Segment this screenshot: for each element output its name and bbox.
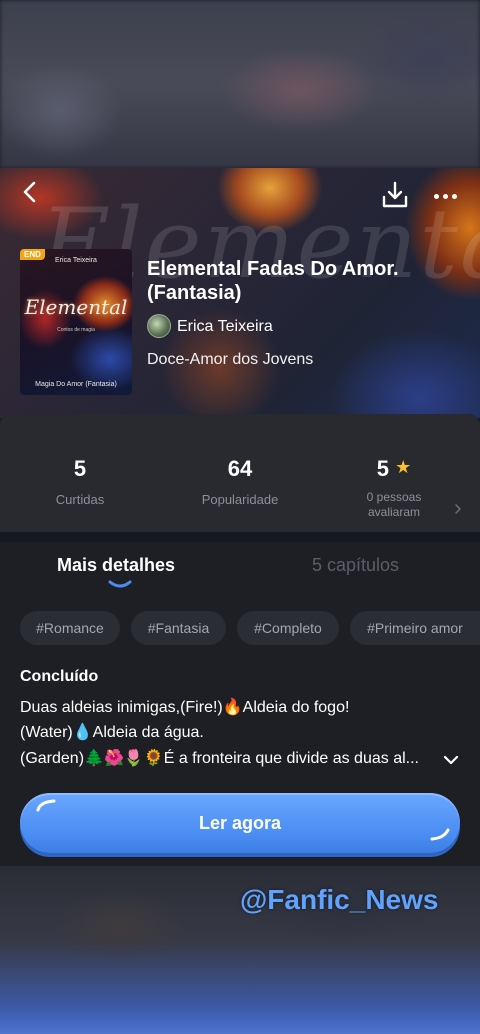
rating-count-label: 0 pessoas avaliaram — [366, 490, 422, 519]
more-options-button[interactable] — [428, 184, 462, 208]
chevron-left-icon — [23, 181, 36, 203]
popularity-label: Popularidade — [201, 492, 279, 507]
tag-chip[interactable]: #Primeiro amor — [350, 611, 480, 645]
tag-chip[interactable]: #Fantasia — [131, 611, 226, 645]
chevron-right-icon[interactable] — [452, 502, 464, 516]
tab-chapters[interactable]: 5 capítulos — [312, 555, 399, 576]
cover-tagline: Contos de magia — [57, 327, 95, 333]
more-horizontal-icon — [433, 193, 457, 199]
popularity-count: 64 — [227, 456, 253, 481]
description-line: (Garden)🌲🌺🌷🌻É a fronteira que divide as … — [20, 750, 419, 767]
book-title: Elemental Fadas Do Amor. (Fantasia) — [147, 258, 399, 304]
tag-chip[interactable]: #Romance — [20, 611, 120, 645]
stat-rating[interactable]: 5 ★ 0 pessoas avaliaram — [350, 456, 438, 520]
completion-status: Concluído — [20, 668, 99, 685]
cover-subtitle: Magia Do Amor (Fantasia) — [35, 381, 117, 388]
stat-popularity: 64 Popularidade — [190, 456, 290, 507]
star-icon: ★ — [395, 457, 412, 477]
likes-label: Curtidas — [55, 492, 105, 507]
rating-value: 5 — [376, 456, 389, 481]
rating-score: 5 ★ — [350, 456, 438, 482]
tab-active-indicator — [108, 580, 132, 588]
tag-chip[interactable]: #Completo — [237, 611, 339, 645]
back-button[interactable] — [14, 176, 46, 208]
author-name[interactable]: Erica Teixeira — [177, 318, 273, 336]
download-icon — [382, 181, 408, 208]
tab-details[interactable]: Mais detalhes — [57, 555, 175, 576]
description-line: (Water)💧Aldeia da água. — [20, 724, 204, 741]
author-avatar[interactable] — [147, 314, 171, 338]
blurred-background-top — [0, 0, 480, 168]
likes-count: 5 — [73, 456, 87, 481]
read-now-button[interactable]: Ler agora — [20, 793, 460, 853]
cover-title: Elemental — [24, 295, 128, 319]
expand-chevron-icon[interactable] — [441, 753, 461, 767]
book-cover[interactable]: END Erica Teixeira Elemental Contos de m… — [20, 249, 132, 395]
book-category[interactable]: Doce-Amor dos Jovens — [147, 351, 313, 369]
description-line: Duas aldeias inimigas,(Fire!)🔥Aldeia do … — [20, 699, 350, 716]
button-gloss-highlight — [36, 799, 56, 812]
cover-author: Erica Teixeira — [55, 257, 97, 264]
download-button[interactable] — [380, 180, 410, 210]
stat-likes: 5 Curtidas — [40, 456, 120, 507]
overlay-watermark: @Fanfic_News — [240, 884, 439, 915]
button-gloss-highlight — [430, 828, 450, 841]
app-screen: Elemental END Erica Teixeira Elemental C… — [0, 0, 480, 1034]
